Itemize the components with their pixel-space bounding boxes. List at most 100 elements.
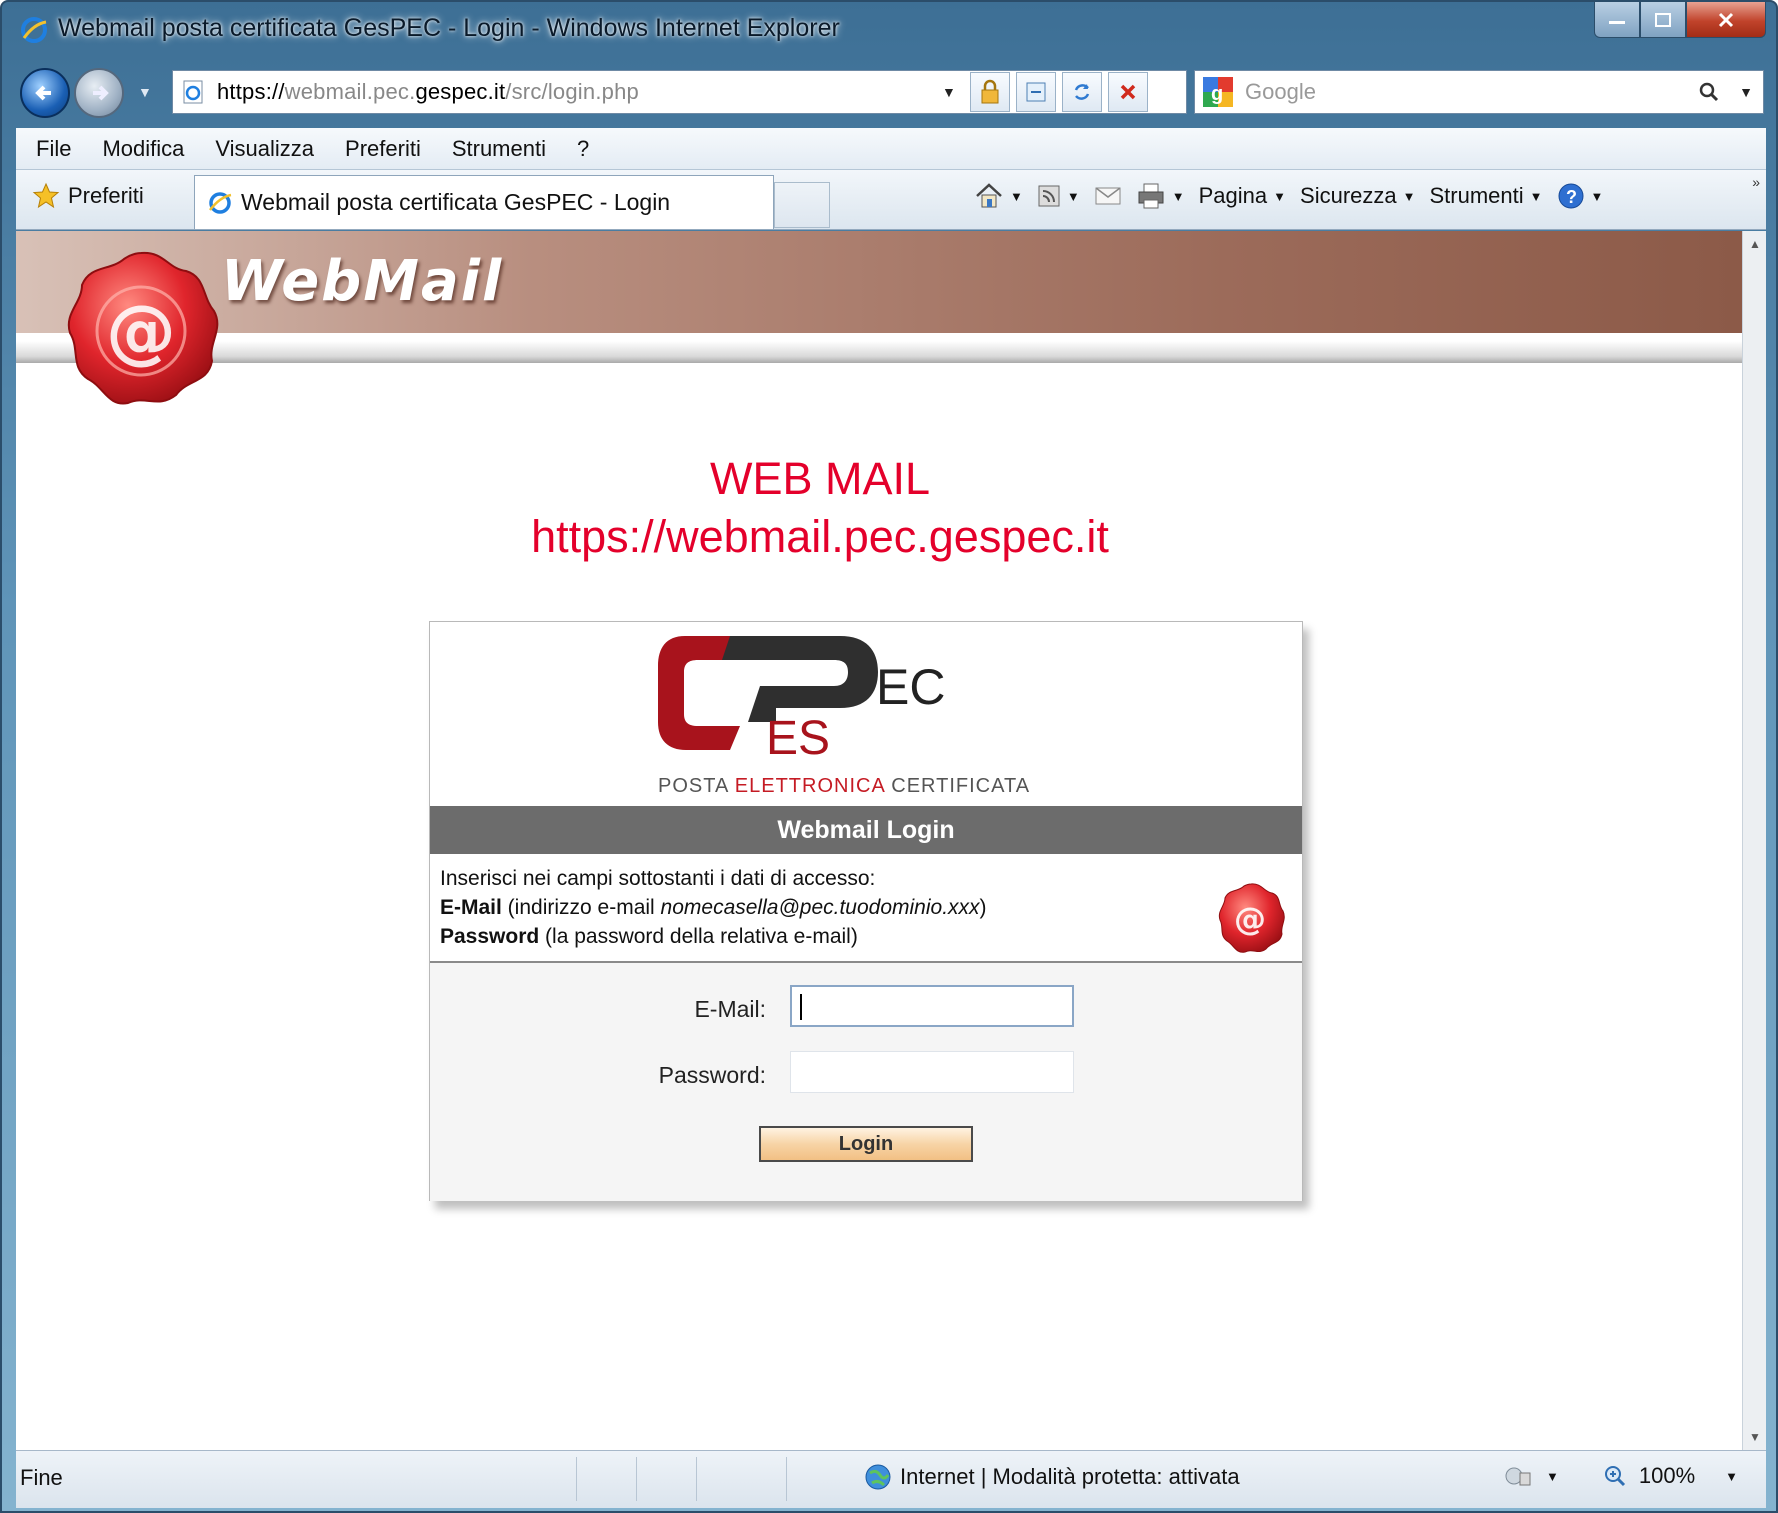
svg-text:@: @ <box>1234 900 1266 938</box>
help-button[interactable]: ? ▼ <box>1557 182 1603 210</box>
search-placeholder: Google <box>1245 79 1316 104</box>
webmail-seal-logo: @ <box>67 251 219 405</box>
home-button[interactable]: ▼ <box>974 182 1023 210</box>
logo-es-text: ES <box>766 712 830 765</box>
feeds-button[interactable]: ▼ <box>1037 184 1080 208</box>
feeds-dropdown-icon[interactable]: ▼ <box>1067 189 1080 204</box>
gespec-logo-mark: EC ES POSTA ELETTRONICA CERTIFICATA <box>658 636 1029 797</box>
address-tools: ▼ <box>942 68 1148 116</box>
close-icon <box>1718 12 1734 27</box>
menu-file[interactable]: File <box>36 136 71 162</box>
login-panel: EC ES POSTA ELETTRONICA CERTIFICATA Webm… <box>429 621 1303 1201</box>
search-box[interactable]: g Google ▼ <box>1194 70 1764 114</box>
close-button[interactable] <box>1686 2 1766 38</box>
google-icon: g <box>1203 77 1233 107</box>
zoom-icon <box>1604 1466 1625 1487</box>
password-input[interactable] <box>790 1051 1074 1093</box>
instructions-line1: Inserisci nei campi sottostanti i dati d… <box>440 867 876 890</box>
globe-icon <box>865 1464 891 1490</box>
new-tab-button[interactable] <box>774 182 830 228</box>
vertical-scrollbar[interactable]: ▲ ▼ <box>1742 231 1766 1450</box>
instructions-email: E-Mail (indirizzo e-mail nomecasella@pec… <box>440 896 987 919</box>
refresh-icon[interactable] <box>1061 72 1102 112</box>
login-instructions: Inserisci nei campi sottostanti i dati d… <box>440 864 987 951</box>
search-dropdown-icon[interactable]: ▼ <box>1739 84 1753 100</box>
mail-icon <box>1095 187 1121 205</box>
protected-mode-dropdown-icon[interactable]: ▼ <box>1546 1469 1559 1484</box>
status-separator <box>696 1457 697 1501</box>
ie-tab-icon <box>209 191 232 214</box>
login-button[interactable]: Login <box>759 1126 973 1162</box>
mail-button[interactable] <box>1094 185 1122 207</box>
favorites-bar: Preferiti Webmail posta certificata GesP… <box>16 170 1766 230</box>
forward-arrow-icon <box>93 85 109 101</box>
more-commands-icon[interactable]: » <box>1752 174 1760 190</box>
help-icon: ? <box>1558 183 1584 209</box>
minimize-icon <box>1609 20 1625 24</box>
tab-active[interactable]: Webmail posta certificata GesPEC - Login <box>194 175 774 229</box>
lock-icon[interactable] <box>969 72 1010 112</box>
login-header: Webmail Login <box>430 806 1302 854</box>
back-button[interactable] <box>20 68 70 118</box>
status-separator <box>636 1457 637 1501</box>
header-strip <box>16 341 1742 363</box>
logo-ec-text: EC <box>876 659 945 715</box>
forward-button[interactable] <box>74 68 124 118</box>
minimize-button[interactable] <box>1594 2 1640 38</box>
maximize-button[interactable] <box>1640 2 1686 38</box>
search-button[interactable] <box>1689 72 1729 112</box>
sicurezza-menu[interactable]: Sicurezza ▼ <box>1300 183 1415 209</box>
strumenti-menu[interactable]: Strumenti ▼ <box>1429 183 1542 209</box>
text-caret <box>800 994 802 1020</box>
status-bar: Fine Internet | Modalità protetta: attiv… <box>16 1450 1766 1508</box>
svg-text:g: g <box>1211 83 1223 105</box>
page-icon <box>183 80 203 104</box>
search-icon <box>1699 82 1719 102</box>
zoom-level[interactable]: 100% <box>1639 1463 1695 1489</box>
pagina-menu[interactable]: Pagina ▼ <box>1199 183 1286 209</box>
star-icon <box>32 182 60 209</box>
back-arrow-icon <box>35 85 51 101</box>
page-url-heading: https://webmail.pec.gespec.it <box>531 511 1109 562</box>
history-dropdown-icon[interactable]: ▼ <box>138 84 152 100</box>
menu-help[interactable]: ? <box>577 136 589 162</box>
home-dropdown-icon[interactable]: ▼ <box>1010 189 1023 204</box>
email-input[interactable] <box>790 985 1074 1027</box>
favorites-button[interactable]: Preferiti <box>32 182 144 210</box>
stop-icon[interactable] <box>1107 72 1148 112</box>
status-separator <box>786 1457 787 1501</box>
menu-visualizza[interactable]: Visualizza <box>215 136 314 162</box>
print-dropdown-icon[interactable]: ▼ <box>1172 189 1185 204</box>
zone-text: Internet | Modalità protetta: attivata <box>900 1464 1240 1489</box>
browser-window: Webmail posta certificata GesPEC - Login… <box>0 0 1778 1513</box>
svg-text:?: ? <box>1566 187 1577 207</box>
menu-strumenti[interactable]: Strumenti <box>452 136 546 162</box>
page-heading: WEB MAIL <box>709 453 931 504</box>
svg-text:@: @ <box>106 290 176 372</box>
menu-bar: File Modifica Visualizza Preferiti Strum… <box>16 128 1766 170</box>
at-seal-icon: @ <box>1218 883 1285 953</box>
window-title: Webmail posta certificata GesPEC - Login… <box>58 14 840 42</box>
compatibility-view-icon[interactable] <box>1015 72 1056 112</box>
protected-mode-icon[interactable] <box>1504 1463 1534 1489</box>
status-separator <box>576 1457 577 1501</box>
menu-preferiti[interactable]: Preferiti <box>345 136 421 162</box>
address-dropdown-icon[interactable]: ▼ <box>942 84 956 100</box>
command-bar: ▼ ▼ ▼ Pagina ▼ Sicurezza ▼ Strumenti ▼ ? ▼ <box>974 182 1603 210</box>
scroll-up-icon[interactable]: ▲ <box>1749 237 1761 251</box>
page-viewport: @ WebMail WEB MAIL https://webmail.pec.g… <box>16 231 1742 1450</box>
security-zone[interactable]: Internet | Modalità protetta: attivata <box>864 1463 1240 1491</box>
ie-logo-icon <box>21 17 47 43</box>
print-icon <box>1138 183 1164 209</box>
email-label: E-Mail: <box>694 996 766 1022</box>
address-url: https://webmail.pec.gespec.it/src/login.… <box>217 79 639 104</box>
status-right-tools: ▼ 100% ▼ <box>1504 1463 1738 1489</box>
maximize-icon <box>1655 12 1671 27</box>
print-button[interactable]: ▼ <box>1136 182 1185 210</box>
gespec-logo: EC ES POSTA ELETTRONICA CERTIFICATA <box>430 622 1302 806</box>
instructions-password: Password (la password della relativa e-m… <box>440 925 858 948</box>
feeds-icon <box>1038 185 1060 207</box>
zoom-dropdown-icon[interactable]: ▼ <box>1725 1469 1738 1484</box>
menu-modifica[interactable]: Modifica <box>102 136 184 162</box>
scroll-down-icon[interactable]: ▼ <box>1749 1430 1761 1444</box>
